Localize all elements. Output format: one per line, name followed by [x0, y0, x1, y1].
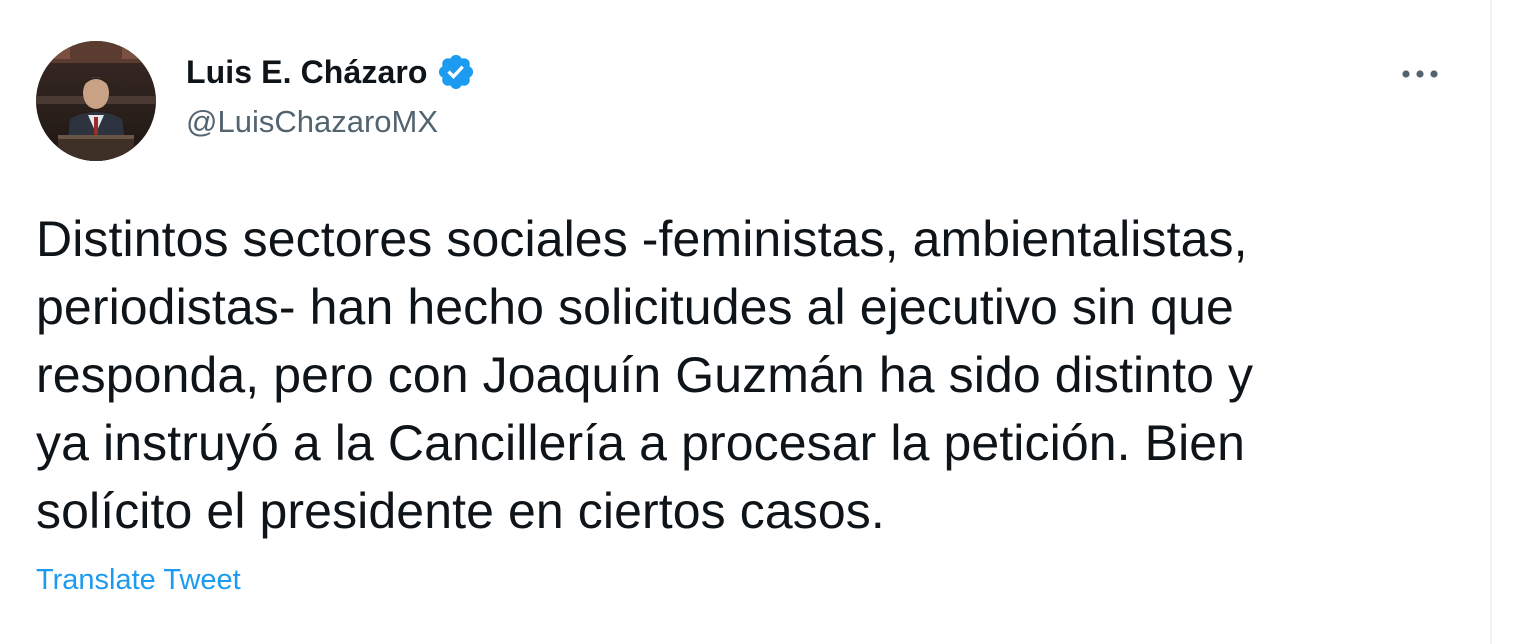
author-handle[interactable]: @LuisChazaroMX — [186, 104, 438, 140]
tweet[interactable]: Luis E. Cházaro @LuisChazaroMX Distintos… — [0, 0, 1490, 644]
tweet-text: Distintos sectores sociales -feministas,… — [36, 205, 1466, 545]
more-options-button[interactable] — [1398, 52, 1442, 96]
timeline-border — [1490, 0, 1492, 644]
more-horizontal-icon — [1402, 70, 1438, 78]
display-name: Luis E. Cházaro — [186, 53, 428, 90]
tweet-text-line: ya instruyó a la Cancillería a procesar … — [36, 415, 1246, 471]
verified-badge-icon — [436, 52, 476, 92]
tweet-text-line: Distintos sectores sociales -feministas,… — [36, 211, 1248, 267]
avatar[interactable] — [36, 41, 156, 161]
tweet-text-line: solícito el presidente en ciertos casos. — [36, 483, 885, 539]
author-name[interactable]: Luis E. Cházaro — [186, 52, 476, 92]
profile-photo — [36, 41, 156, 161]
tweet-text-line: responda, pero con Joaquín Guzmán ha sid… — [36, 347, 1254, 403]
translate-tweet-link[interactable]: Translate Tweet — [36, 564, 241, 597]
tweet-text-line: periodistas- han hecho solicitudes al ej… — [36, 279, 1234, 335]
